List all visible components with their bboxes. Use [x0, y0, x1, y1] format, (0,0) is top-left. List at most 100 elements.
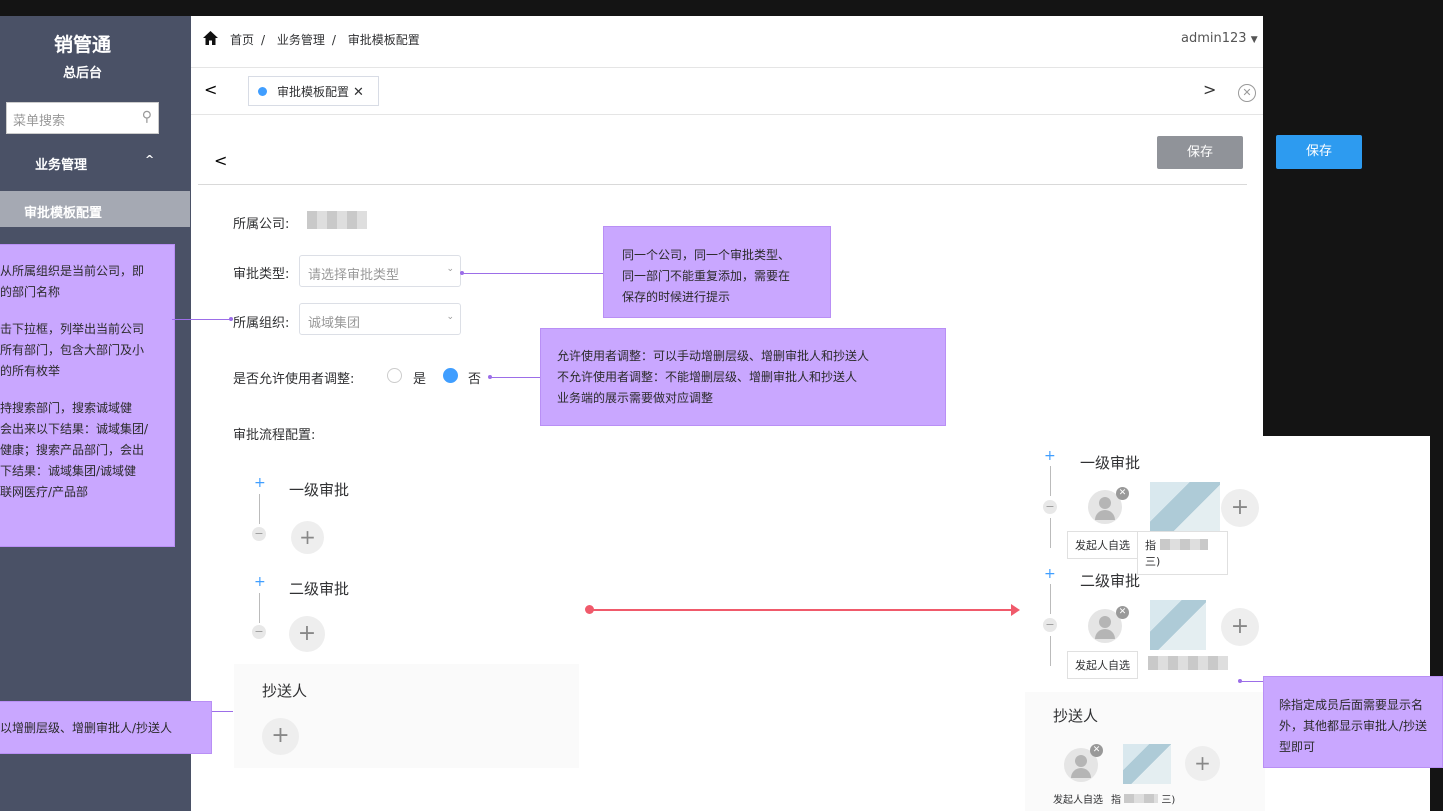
- save-button-alt[interactable]: 保存: [1276, 135, 1362, 169]
- close-all-tabs-icon[interactable]: ✕: [1238, 84, 1256, 102]
- note-approval-type: 同一个公司，同一个审批类型、 同一部门不能重复添加，需要在 保存的时候进行提示: [603, 226, 831, 318]
- note-connector-dot: [460, 271, 464, 275]
- add-level-icon[interactable]: +: [254, 475, 266, 491]
- close-icon[interactable]: ✕: [353, 85, 364, 100]
- note-line: 同一部门不能重复添加，需要在: [622, 269, 791, 283]
- arrow-start-dot: [585, 605, 594, 614]
- remove-level-icon[interactable]: −: [1043, 618, 1057, 632]
- note-connector-dot: [488, 375, 492, 379]
- note-line: 同一个公司，同一个审批类型、: [622, 248, 791, 262]
- note-line: 持搜索部门，搜索诚域健: [0, 401, 133, 415]
- designated-prefix: 指: [1111, 795, 1121, 806]
- remove-level-icon[interactable]: −: [1043, 500, 1057, 514]
- remove-icon[interactable]: ✕: [1116, 487, 1129, 500]
- add-cc-button[interactable]: +: [1185, 746, 1220, 781]
- preview-cc-title: 抄送人: [1053, 707, 1099, 725]
- sidebar-item-approval-template[interactable]: 审批模板配置: [0, 191, 190, 227]
- company-value-redacted: [307, 211, 367, 229]
- app-logo: 销管通: [53, 34, 111, 56]
- remove-icon[interactable]: ✕: [1116, 606, 1129, 619]
- home-icon[interactable]: [203, 31, 218, 45]
- add-approver-button[interactable]: +: [1221, 608, 1259, 646]
- designated-suffix: 三): [1161, 795, 1176, 806]
- breadcrumb-separator: /: [261, 33, 266, 47]
- radio-no[interactable]: [443, 368, 458, 383]
- designated-prefix: 指: [1145, 539, 1156, 552]
- breadcrumb-current: 审批模板配置: [347, 33, 420, 47]
- self-select-tag: 发起人自选: [1067, 651, 1138, 679]
- radio-no-label[interactable]: 否: [468, 368, 481, 387]
- radio-yes[interactable]: [387, 368, 402, 383]
- flow-label: 审批流程配置:: [233, 428, 316, 443]
- menu-search-input[interactable]: 菜单搜索 ⚲: [6, 102, 159, 134]
- note-connector-dot: [1238, 679, 1242, 683]
- tabs-scroll-right-icon[interactable]: >: [1203, 80, 1216, 99]
- search-icon: ⚲: [141, 109, 152, 125]
- connector-line: [1050, 584, 1051, 614]
- level2-title: 二级审批: [289, 580, 350, 598]
- note-line: 下结果：诚域集团/诚域健: [0, 464, 137, 478]
- note-line: 保存的时候进行提示: [622, 290, 731, 304]
- connector-line: [1050, 466, 1051, 496]
- add-cc-button[interactable]: +: [262, 718, 299, 755]
- level1-title: 一级审批: [289, 481, 350, 499]
- menu-search-placeholder: 菜单搜索: [13, 114, 66, 129]
- add-level-icon[interactable]: +: [1044, 566, 1056, 582]
- user-menu[interactable]: admin123 ▼: [1181, 31, 1258, 46]
- save-button[interactable]: 保存: [1157, 136, 1243, 169]
- member-avatar-redacted: [1150, 600, 1206, 650]
- app-subtitle: 总后台: [62, 66, 102, 81]
- org-select[interactable]: 诚域集团 ⌄: [299, 303, 461, 335]
- add-approver-button[interactable]: +: [1221, 489, 1259, 527]
- approval-type-select[interactable]: 请选择审批类型 ⌄: [299, 255, 461, 287]
- breadcrumb-home[interactable]: 首页: [230, 33, 254, 47]
- note-spacer: [0, 382, 174, 398]
- add-approver-button[interactable]: +: [291, 521, 324, 554]
- member-avatar-redacted: [1123, 744, 1171, 784]
- note-flow-edit: 以增删层级、增删审批人/抄送人: [0, 701, 212, 754]
- breadcrumb: 首页 / 业务管理 / 审批模板配置: [230, 31, 425, 48]
- connector-line: [1050, 636, 1051, 666]
- designated-name-redacted: [1124, 794, 1159, 803]
- approval-type-placeholder: 请选择审批类型: [308, 268, 400, 283]
- designated-name-redacted: [1159, 539, 1208, 550]
- remove-level-icon[interactable]: −: [252, 527, 266, 541]
- preview-level2-title: 二级审批: [1080, 572, 1141, 590]
- transition-arrow: [590, 609, 1018, 611]
- divider: [198, 184, 1247, 185]
- tab-approval-template[interactable]: 审批模板配置 ✕: [248, 76, 379, 106]
- tab-label: 审批模板配置: [277, 85, 350, 99]
- note-connector: [172, 319, 233, 320]
- breadcrumb-separator: /: [331, 33, 336, 47]
- designated-tag: 指 三): [1137, 531, 1228, 575]
- connector-line: [259, 593, 260, 623]
- back-arrow-icon[interactable]: <: [214, 151, 227, 170]
- note-line: 从所属组织是当前公司，即: [0, 264, 145, 278]
- cc-title: 抄送人: [262, 682, 308, 700]
- preview-level1-title: 一级审批: [1080, 454, 1141, 472]
- tabs-scroll-left-icon[interactable]: <: [204, 80, 217, 99]
- note-line: 的部门名称: [0, 285, 61, 299]
- note-line: 允许使用者调整：可以手动增删层级、增删审批人和抄送人: [557, 349, 870, 363]
- radio-yes-label[interactable]: 是: [413, 368, 426, 387]
- self-select-tag: 发起人自选: [1053, 795, 1103, 806]
- note-line: 健康；搜索产品部门，会出: [0, 443, 145, 457]
- chevron-up-icon: ^: [145, 153, 155, 166]
- note-line: 联网医疗/产品部: [0, 485, 89, 499]
- note-line: 击下拉框，列举出当前公司: [0, 322, 145, 336]
- active-dot-icon: [258, 87, 267, 96]
- add-approver-button[interactable]: +: [289, 616, 325, 652]
- note-line: 所有部门，包含大部门及小: [0, 343, 145, 357]
- connector-line: [1050, 518, 1051, 548]
- add-level-icon[interactable]: +: [1044, 448, 1056, 464]
- sidebar-group-business[interactable]: 业务管理 ^: [0, 152, 191, 174]
- remove-level-icon[interactable]: −: [252, 625, 266, 639]
- note-spacer: [0, 303, 174, 319]
- org-label: 所属组织:: [233, 316, 290, 331]
- chevron-down-icon: ⌄: [446, 264, 454, 274]
- remove-icon[interactable]: ✕: [1090, 744, 1103, 757]
- add-level-icon[interactable]: +: [254, 574, 266, 590]
- note-connector: [490, 377, 540, 378]
- breadcrumb-business[interactable]: 业务管理: [277, 33, 325, 47]
- designated-name-redacted: [1148, 656, 1228, 670]
